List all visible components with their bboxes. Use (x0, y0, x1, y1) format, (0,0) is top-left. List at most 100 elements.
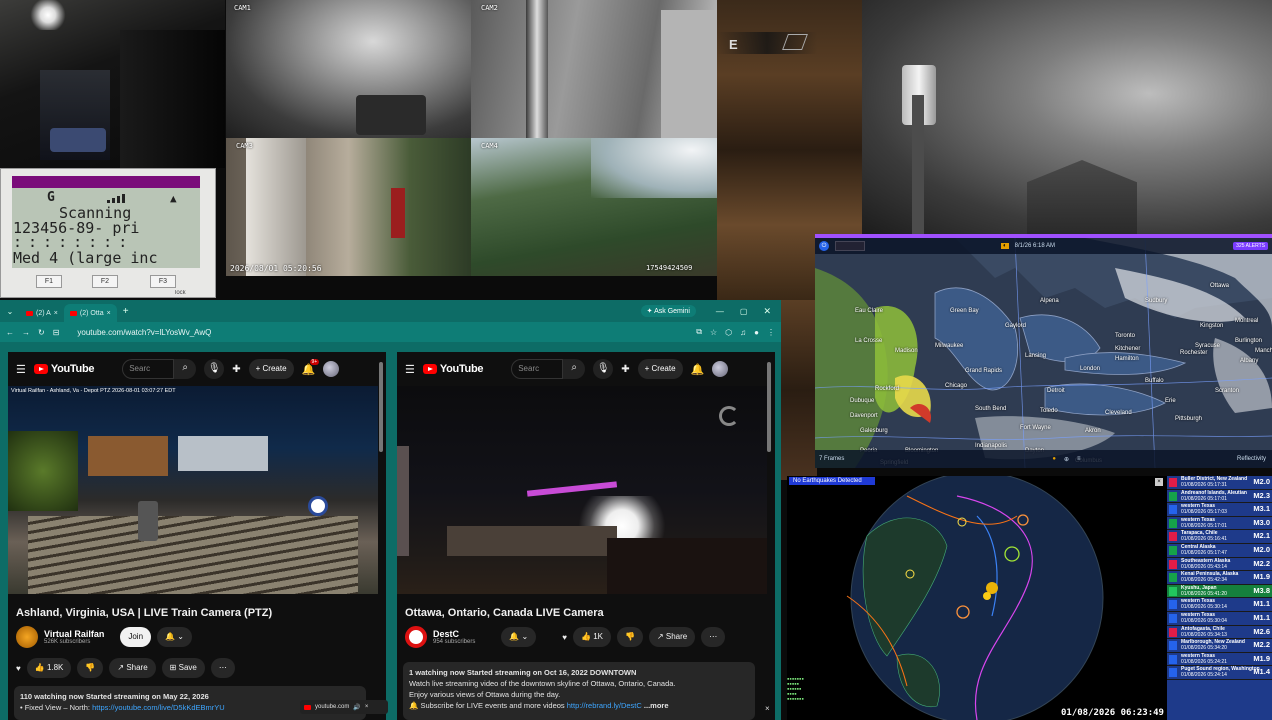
tab-1-close-icon[interactable]: × (54, 310, 58, 317)
mic-icon[interactable]: 🎙 (204, 359, 225, 379)
radar-power-icon[interactable]: ⏻ (819, 241, 829, 251)
radar-product[interactable]: Reflectivity (1237, 456, 1266, 462)
pip-close-right-icon[interactable]: × (765, 704, 770, 713)
radar-location-icon[interactable]: ● (1052, 456, 1056, 462)
back-icon[interactable]: ← (6, 328, 14, 337)
notifications-icon[interactable]: 🔔 (691, 363, 705, 376)
quake-list-item[interactable]: Southeastern Alaska 01/08/2026 05:43:14 M2… (1167, 558, 1272, 572)
scrollbar-left[interactable] (379, 362, 383, 452)
quake-list-item[interactable]: Puget Sound region, Washington 01/08/2026… (1167, 666, 1272, 680)
quake-close-icon[interactable]: × (1155, 478, 1163, 486)
quake-list-item[interactable]: Andreanof Islands, Aleutian 01/08/2026 05… (1167, 490, 1272, 504)
pip-url[interactable]: youtube.com (315, 704, 349, 710)
subscribe-bell-button[interactable]: 🔔 ⌄ (157, 627, 192, 647)
quake-list-item[interactable]: western Texas 01/08/2026 05:30:14 M1.1 (1167, 598, 1272, 612)
radar-layer-icon[interactable]: ◐ (1001, 243, 1009, 249)
extensions-icon[interactable]: ⬡ (725, 328, 732, 337)
search-input[interactable]: Searc (122, 359, 175, 379)
tab-1[interactable]: (2) A × (20, 304, 64, 322)
subscribe-bell-button[interactable]: 🔔 ⌄ (501, 627, 537, 647)
cast-icon[interactable]: ✚ (621, 364, 629, 375)
radar-zoom-icon[interactable]: ⊕ (1064, 456, 1069, 463)
mic-icon[interactable]: 🎙 (593, 359, 614, 379)
avatar[interactable] (323, 361, 340, 377)
scanner-f1-button[interactable]: F1 (36, 275, 62, 288)
ask-gemini-button[interactable]: ✦ Ask Gemini (640, 305, 696, 317)
share-button-left[interactable]: ↗ Share (109, 658, 156, 678)
quake-list-item[interactable]: western Texas 01/08/2026 05:24:21 M1.9 (1167, 653, 1272, 667)
channel-name-right[interactable]: DestC (433, 629, 475, 639)
minimize-icon[interactable]: — (716, 307, 724, 316)
scanner-f2-button[interactable]: F2 (92, 275, 118, 288)
rebrand-link[interactable]: http://rebrand.ly/DestC (567, 701, 642, 710)
menu-icon[interactable]: ⋮ (767, 328, 775, 337)
radar-city-label: Fort Wayne (1020, 425, 1051, 431)
media-icon[interactable]: ♫ (740, 328, 746, 337)
site-info-icon[interactable]: ⊟ (53, 328, 60, 337)
quake-list-item[interactable]: Kyushu, Japan 01/08/2026 05:41:20 M3.8 (1167, 584, 1272, 599)
address-bar[interactable]: youtube.com/watch?v=lLYosWv_AwQ (77, 328, 211, 337)
more-actions-button-right[interactable]: ⋯ (701, 627, 726, 647)
save-button[interactable]: ⊞ Save (161, 658, 205, 678)
create-button[interactable]: + Create (637, 359, 683, 379)
search-icon[interactable]: ⌕ (174, 359, 197, 379)
avatar[interactable] (712, 361, 729, 377)
youtube-logo[interactable]: YouTube (33, 363, 95, 375)
quake-list-item[interactable]: western Texas 01/08/2026 05:17:03 M3.1 (1167, 503, 1272, 517)
tab-2-close-icon[interactable]: × (107, 310, 111, 317)
quake-list-item[interactable]: Marlborough, New Zealand 01/08/2026 05:34… (1167, 639, 1272, 653)
reload-icon[interactable]: ↻ (38, 328, 45, 337)
youtube-logo[interactable]: YouTube (422, 363, 484, 375)
quake-list-item[interactable]: western Texas 01/08/2026 05:17:01 M3.0 (1167, 517, 1272, 531)
quake-list-item[interactable]: Kenai Peninsula, Alaska 01/08/2026 05:42:… (1167, 571, 1272, 585)
like-button-left[interactable]: 👍 1.8K (26, 658, 72, 678)
heart-icon[interactable]: ♥ (16, 664, 21, 673)
radar-layers-icon[interactable]: ≡ (1077, 456, 1081, 462)
install-icon[interactable]: ⧉ (696, 327, 702, 337)
ottawa-video-player[interactable] (397, 386, 767, 594)
channel-avatar-left[interactable] (16, 626, 38, 648)
description-right[interactable]: 1 watching now Started streaming on Oct … (403, 662, 755, 720)
radar-frames[interactable]: 7 Frames (819, 456, 844, 462)
quake-magnitude: M2.0 (1253, 544, 1270, 554)
bookmark-icon[interactable]: ☆ (710, 328, 717, 337)
like-button-right[interactable]: 👍 1K (573, 627, 611, 647)
tab-2[interactable]: (2) Otta × (63, 304, 117, 322)
more-actions-button-left[interactable]: ⋯ (210, 658, 235, 678)
tab-search-icon[interactable]: ⌄ (0, 307, 20, 316)
notifications-icon[interactable]: 🔔 9+ (302, 358, 320, 376)
channel-name-left[interactable]: Virtual Railfan (44, 629, 104, 639)
share-button-right[interactable]: ↗ Share (648, 627, 696, 647)
create-button[interactable]: + Create (248, 359, 294, 379)
dislike-button-right[interactable]: 👎 (616, 627, 643, 647)
scrollbar-right[interactable] (767, 362, 771, 452)
search-icon[interactable]: ⌕ (563, 359, 586, 379)
cast-icon[interactable]: ✚ (232, 364, 240, 375)
profile-icon[interactable]: ● (754, 328, 759, 337)
scanner-f3-button[interactable]: F3 (150, 275, 176, 288)
channel-avatar-right[interactable] (405, 626, 427, 648)
maximize-icon[interactable]: ▢ (740, 307, 748, 316)
quake-list-item[interactable]: Buller District, New Zealand 01/08/2026 0… (1167, 476, 1272, 490)
more-link[interactable]: ...more (644, 701, 669, 710)
radar-selector[interactable] (835, 241, 865, 251)
new-tab-button[interactable]: + (123, 306, 129, 317)
join-button[interactable]: Join (120, 627, 152, 647)
forward-icon[interactable]: → (22, 328, 30, 337)
battery-icon: ▲ (170, 192, 177, 205)
fixed-view-link[interactable]: https://youtube.com/live/D5kKdEBmrYU (92, 703, 225, 712)
hamburger-menu-icon[interactable]: ☰ (405, 363, 415, 376)
quake-list-item[interactable]: western Texas 01/08/2026 05:30:04 M1.1 (1167, 612, 1272, 626)
radar-alerts[interactable]: 325 ALERTS (1233, 242, 1268, 250)
dislike-button-left[interactable]: 👎 (77, 658, 104, 678)
search-input[interactable]: Searc (511, 359, 564, 379)
quake-list-item[interactable]: Tarapaca, Chile 01/08/2026 05:16:41 M2.1 (1167, 530, 1272, 544)
pip-close-icon[interactable]: × (365, 704, 369, 710)
ashland-video-player[interactable]: Virtual Railfan - Ashland, Va - Depot PT… (8, 386, 378, 594)
hamburger-menu-icon[interactable]: ☰ (16, 363, 26, 376)
volume-icon[interactable]: 🔊 (353, 704, 360, 711)
quake-list-item[interactable]: Antofagasta, Chile 01/08/2026 05:34:13 M2.… (1167, 626, 1272, 640)
quake-list-item[interactable]: Central Alaska 01/08/2026 05:17:47 M2.0 (1167, 544, 1272, 558)
window-close-icon[interactable]: ✕ (763, 306, 771, 317)
heart-icon[interactable]: ♥ (562, 633, 567, 642)
